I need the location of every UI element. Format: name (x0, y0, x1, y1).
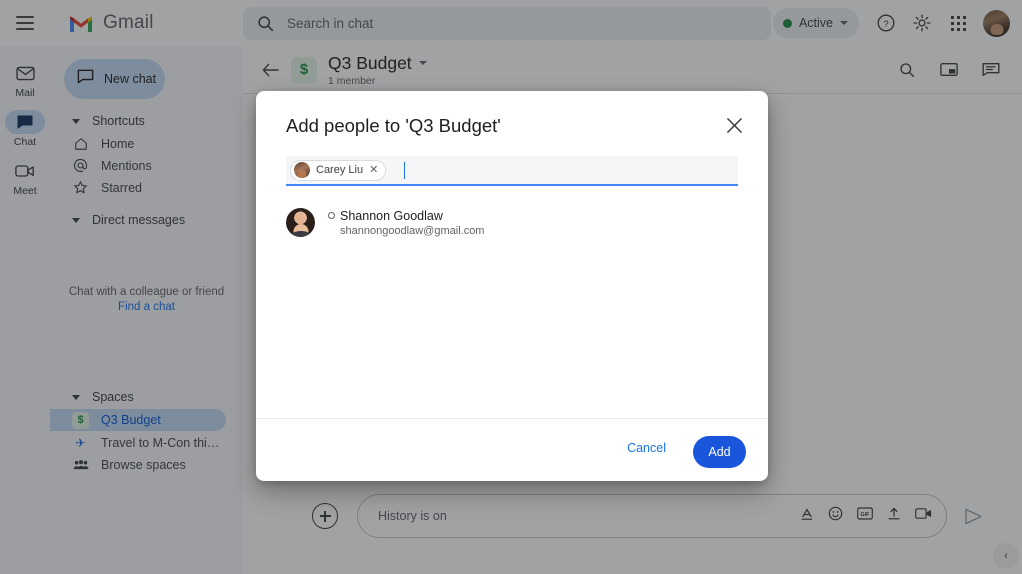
avatar (286, 208, 315, 237)
close-icon[interactable] (719, 110, 749, 140)
cancel-button[interactable]: Cancel (619, 435, 674, 461)
dialog-title: Add people to 'Q3 Budget' (286, 115, 501, 137)
avatar (294, 162, 310, 178)
presence-away-icon (328, 212, 335, 219)
add-people-input[interactable]: Carey Liu ✕ (286, 156, 738, 186)
close-icon[interactable]: ✕ (369, 165, 378, 176)
recipient-chip[interactable]: Carey Liu ✕ (290, 160, 386, 181)
suggestion-email: shannongoodlaw@gmail.com (340, 225, 484, 237)
recipient-chip-name: Carey Liu (316, 164, 363, 176)
dialog-footer-divider (256, 418, 768, 419)
list-item[interactable]: Shannon Goodlaw shannongoodlaw@gmail.com (286, 204, 738, 241)
text-caret (404, 162, 405, 179)
suggestion-name: Shannon Goodlaw (340, 209, 443, 223)
add-button[interactable]: Add (693, 436, 746, 468)
suggestion-name-row: Shannon Goodlaw (328, 209, 484, 223)
gmail-chat-window: Gmail Active ? (0, 0, 1022, 574)
suggestion-text: Shannon Goodlaw shannongoodlaw@gmail.com (328, 209, 484, 237)
add-people-dialog: Add people to 'Q3 Budget' Carey Liu ✕ Sh… (256, 91, 768, 481)
